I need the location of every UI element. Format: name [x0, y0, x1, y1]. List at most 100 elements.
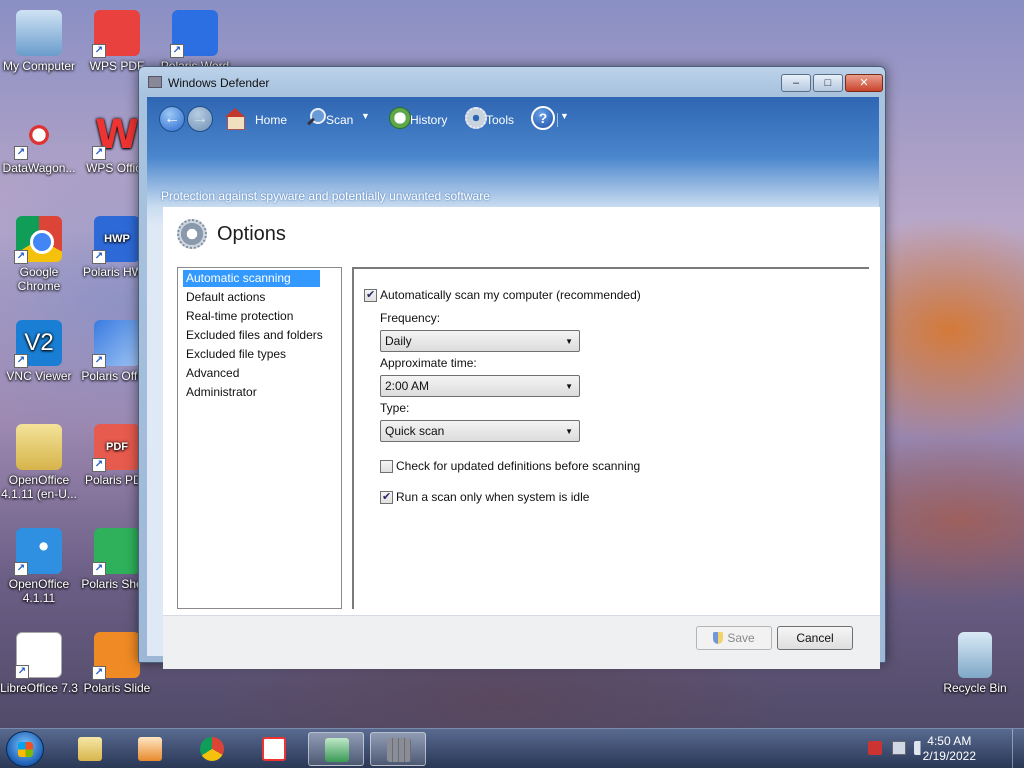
taskbar-media-player[interactable]: [122, 732, 178, 766]
nav-item-real-time-protection[interactable]: Real-time protection: [183, 308, 296, 325]
minimize-button[interactable]: –: [781, 74, 811, 92]
scan-button[interactable]: Scan: [326, 111, 353, 131]
nav-item-administrator[interactable]: Administrator: [183, 384, 260, 401]
desktop-icon-wps-pdf[interactable]: ↗ WPS PDF: [78, 10, 156, 73]
options-header: Options: [163, 208, 880, 258]
desktop-icon-label: Recycle Bin: [943, 681, 1007, 695]
frequency-select[interactable]: Daily ▼: [380, 330, 580, 352]
save-button[interactable]: Save: [696, 626, 772, 650]
desktop-icon-recycle-bin[interactable]: Recycle Bin: [936, 632, 1014, 695]
window-title: Windows Defender: [168, 76, 270, 90]
history-button[interactable]: History: [410, 111, 447, 131]
desktop-icon-label: VNC Viewer: [6, 369, 72, 383]
cancel-button[interactable]: Cancel: [777, 626, 853, 650]
options-footer: Save Cancel: [163, 615, 880, 669]
time-select[interactable]: 2:00 AM ▼: [380, 375, 580, 397]
explorer-folder-icon: [78, 737, 102, 761]
folder-icon: [16, 424, 62, 470]
taskbar-chrome[interactable]: [184, 732, 240, 766]
type-select[interactable]: Quick scan ▼: [380, 420, 580, 442]
nav-item-default-actions[interactable]: Default actions: [183, 289, 268, 306]
desktop-icon-my-computer[interactable]: My Computer: [0, 10, 78, 73]
desktop-icon-vnc-viewer[interactable]: V2 ↗ VNC Viewer: [0, 320, 78, 383]
action-center-flag-icon[interactable]: [868, 741, 882, 755]
word-icon: ↗: [170, 10, 218, 58]
nav-item-excluded-files-folders[interactable]: Excluded files and folders: [183, 327, 326, 344]
defender-castle-icon: [148, 76, 162, 88]
chrome-icon: [200, 737, 224, 761]
network-icon[interactable]: [892, 741, 906, 755]
chrome-icon: ↗: [14, 216, 62, 264]
page-title: Options: [217, 223, 286, 245]
taskbar-explorer[interactable]: [62, 732, 118, 766]
shortcut-arrow-icon: ↗: [92, 44, 106, 58]
clock-time: 4:50 AM: [927, 734, 972, 748]
scan-magnifier-icon[interactable]: [305, 107, 327, 129]
tools-gear-icon[interactable]: [465, 107, 487, 129]
desktop-icon-openoffice-folder[interactable]: OpenOffice 4.1.11 (en-U...: [0, 424, 78, 501]
close-button[interactable]: ✕: [845, 74, 883, 92]
slide-icon: ↗: [92, 632, 140, 680]
check-definitions-label[interactable]: Check for updated definitions before sca…: [396, 459, 640, 473]
datawagon-icon: ↗: [14, 112, 62, 160]
shortcut-arrow-icon: ↗: [14, 562, 28, 576]
nav-item-excluded-file-types[interactable]: Excluded file types: [183, 346, 289, 363]
idle-only-label[interactable]: Run a scan only when system is idle: [396, 490, 589, 504]
taskbar-wps[interactable]: [246, 732, 302, 766]
idle-only-checkbox[interactable]: [380, 490, 393, 504]
windows-defender-window: Windows Defender – □ ✕ ← → Home Scan ▼ H…: [138, 66, 886, 669]
shortcut-arrow-icon: ↗: [92, 250, 106, 264]
forward-button[interactable]: →: [187, 106, 213, 132]
shortcut-arrow-icon: ↗: [92, 666, 106, 680]
type-label: Type:: [380, 401, 410, 415]
frequency-label: Frequency:: [380, 311, 441, 325]
desktop-icon-label: LibreOffice 7.3: [0, 681, 78, 695]
type-value: Quick scan: [385, 424, 445, 438]
time-value: 2:00 AM: [385, 379, 430, 393]
taskbar-clock[interactable]: 4:50 AM 2/19/2022: [923, 734, 976, 764]
wps-pdf-icon: ↗: [92, 10, 140, 58]
maximize-button[interactable]: □: [813, 74, 843, 92]
shortcut-arrow-icon: ↗: [170, 44, 184, 58]
title-bar[interactable]: Windows Defender – □ ✕: [139, 67, 885, 97]
automatic-scanning-settings: Automatically scan my computer (recommen…: [352, 267, 869, 609]
history-clock-icon[interactable]: [389, 107, 411, 129]
recycle-bin-icon: [958, 632, 992, 678]
desktop-icon-polaris-word[interactable]: ↗ Polaris Word: [156, 10, 234, 73]
check-definitions-checkbox[interactable]: [380, 460, 393, 473]
options-panel: Options Automatic scanning Default actio…: [163, 207, 880, 669]
hwp-icon: HWP ↗: [92, 216, 140, 264]
start-button[interactable]: [6, 731, 44, 767]
home-button[interactable]: Home: [255, 111, 287, 131]
scan-dropdown-arrow[interactable]: ▼: [361, 111, 370, 121]
shortcut-arrow-icon: ↗: [92, 146, 106, 160]
show-desktop-button[interactable]: [1012, 729, 1024, 768]
options-nav-list: Automatic scanning Default actions Real-…: [177, 267, 342, 609]
help-button[interactable]: ?: [531, 106, 555, 130]
desktop-icon-datawagon[interactable]: ↗ DataWagon...: [0, 112, 78, 175]
hwp-glyph: HWP: [104, 233, 130, 245]
help-dropdown-arrow[interactable]: ▼: [560, 111, 569, 121]
tools-button[interactable]: Tools: [486, 111, 514, 131]
home-icon[interactable]: [224, 107, 246, 130]
media-player-icon: [138, 737, 162, 761]
desktop-icon-chrome[interactable]: ↗ Google Chrome: [0, 216, 78, 293]
time-label: Approximate time:: [380, 356, 477, 370]
subtitle: Protection against spyware and potential…: [161, 189, 490, 203]
nav-item-automatic-scanning[interactable]: Automatic scanning: [183, 270, 320, 287]
save-label: Save: [727, 631, 755, 645]
window-client: ← → Home Scan ▼ History Tools ? ▼ Protec…: [147, 97, 880, 669]
desktop-icon-libreoffice[interactable]: ↗ LibreOffice 7.3: [0, 632, 78, 695]
chevron-down-icon: ▼: [565, 382, 573, 391]
taskbar-windows-defender[interactable]: [370, 732, 426, 766]
auto-scan-label[interactable]: Automatically scan my computer (recommen…: [380, 288, 641, 302]
desktop-icon-openoffice[interactable]: ↗ OpenOffice 4.1.11: [0, 528, 78, 605]
wps-office-icon: [262, 737, 286, 761]
nav-item-advanced[interactable]: Advanced: [183, 365, 242, 382]
back-button[interactable]: ←: [159, 106, 185, 132]
auto-scan-checkbox[interactable]: [364, 288, 377, 302]
openoffice-icon: ↗: [14, 528, 62, 576]
vnc-icon: V2 ↗: [14, 320, 62, 368]
shortcut-arrow-icon: ↗: [92, 562, 106, 576]
taskbar-installer[interactable]: [308, 732, 364, 766]
